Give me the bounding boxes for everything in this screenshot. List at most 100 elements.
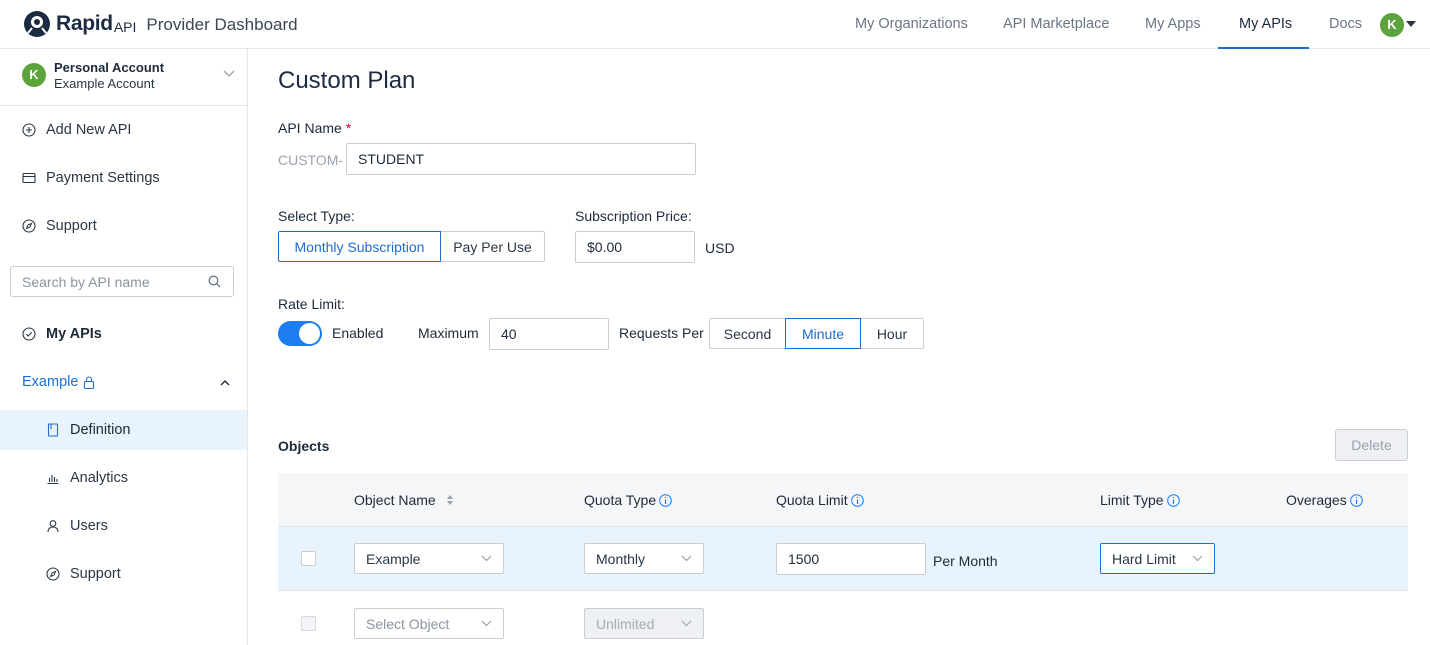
api-search-box — [10, 266, 234, 297]
brand-api: API — [113, 18, 137, 35]
period-hour[interactable]: Hour — [860, 318, 924, 349]
rate-period-selector: Second Minute Hour — [709, 318, 924, 349]
rate-limit-toggle[interactable] — [278, 321, 322, 346]
compass-icon — [46, 567, 60, 581]
select-value: Hard Limit — [1112, 550, 1176, 567]
api-name-label: API Name * — [278, 120, 351, 136]
header-label: Quota Type — [584, 492, 657, 508]
sidebar-item-analytics[interactable]: Analytics — [46, 470, 128, 486]
limit-type-select[interactable]: Hard Limit — [1100, 543, 1215, 574]
user-avatar[interactable]: K — [1380, 13, 1404, 37]
sidebar-support[interactable]: Support — [22, 218, 97, 234]
currency-label: USD — [705, 240, 735, 256]
nav-my-apis[interactable]: My APIs — [1239, 16, 1292, 32]
chevron-down-icon — [481, 555, 492, 562]
sidebar-item-label: Users — [70, 518, 108, 534]
api-name-label: Example — [22, 374, 79, 390]
chevron-down-icon — [681, 555, 692, 562]
chevron-up-icon[interactable] — [220, 379, 230, 386]
sidebar: K Personal Account Example Account Add N… — [0, 49, 248, 645]
table-header: Object Name Quota Type Quota Limit Limit… — [278, 473, 1408, 527]
header-label: Quota Limit — [776, 492, 848, 508]
user-icon — [47, 520, 59, 533]
nav-my-apps[interactable]: My Apps — [1145, 16, 1201, 32]
api-search-input[interactable] — [11, 267, 191, 296]
object-select[interactable]: Example — [354, 543, 504, 574]
enabled-label: Enabled — [332, 325, 384, 341]
quota-limit-input[interactable] — [776, 543, 926, 575]
search-icon[interactable] — [208, 275, 221, 288]
maximum-label: Maximum — [418, 325, 479, 341]
chevron-down-icon — [223, 70, 235, 77]
sidebar-item-label: Support — [70, 566, 121, 582]
plus-circle-icon — [22, 123, 36, 137]
quota-type-select[interactable]: Monthly — [584, 543, 704, 574]
sidebar-add-new-api[interactable]: Add New API — [22, 122, 131, 138]
row-checkbox[interactable] — [301, 551, 316, 566]
table-row: Example Monthly Per Month Hard Limit — [278, 527, 1408, 591]
lock-icon — [84, 375, 95, 389]
quota-type-select: Unlimited — [584, 608, 704, 639]
row-checkbox[interactable] — [301, 616, 316, 631]
subscription-price-input[interactable] — [575, 231, 695, 263]
nav-docs[interactable]: Docs — [1329, 16, 1362, 32]
api-name-input[interactable] — [346, 143, 696, 175]
object-select[interactable]: Select Object — [354, 608, 504, 639]
period-second[interactable]: Second — [709, 318, 786, 349]
main-content: Custom Plan API Name * CUSTOM- Select Ty… — [248, 49, 1430, 645]
document-icon — [47, 423, 59, 437]
objects-heading: Objects — [278, 438, 330, 454]
api-name-prefix: CUSTOM- — [278, 152, 344, 168]
requests-per-label: Requests Per — [619, 325, 704, 341]
account-switcher[interactable]: K Personal Account Example Account — [0, 49, 247, 106]
sort-icon[interactable] — [446, 494, 454, 506]
select-placeholder: Select Object — [366, 615, 450, 632]
brand-subtitle: Provider Dashboard — [146, 15, 298, 34]
header-object-name[interactable]: Object Name — [354, 492, 454, 508]
plan-type-selector: Monthly Subscription Pay Per Use — [278, 231, 545, 262]
select-value: Monthly — [596, 550, 646, 567]
api-name-label-text: API Name — [278, 120, 342, 136]
header-label: Limit Type — [1100, 492, 1164, 508]
info-icon[interactable] — [1166, 493, 1180, 507]
sidebar-item-label: Support — [46, 218, 97, 234]
sidebar-item-support[interactable]: Support — [46, 566, 121, 582]
sidebar-my-apis[interactable]: My APIs — [22, 326, 102, 342]
info-icon[interactable] — [659, 493, 672, 507]
info-icon[interactable] — [1349, 493, 1363, 507]
delete-button[interactable]: Delete — [1335, 429, 1408, 461]
toggle-knob — [299, 323, 320, 344]
header-limit-type: Limit Type — [1100, 492, 1180, 508]
sidebar-item-definition[interactable]: Definition — [46, 422, 130, 438]
period-minute[interactable]: Minute — [785, 318, 861, 349]
chevron-down-icon — [481, 620, 492, 627]
type-monthly-subscription[interactable]: Monthly Subscription — [278, 231, 441, 262]
brand-name: Rapid — [56, 12, 113, 35]
user-menu-caret-icon[interactable] — [1406, 21, 1416, 27]
nav-api-marketplace[interactable]: API Marketplace — [1003, 16, 1109, 32]
select-value: Unlimited — [596, 615, 655, 632]
account-org: Example Account — [54, 76, 155, 91]
account-avatar: K — [22, 63, 46, 87]
check-circle-icon — [22, 327, 36, 341]
header-quota-limit: Quota Limit — [776, 492, 864, 508]
info-icon[interactable] — [850, 493, 864, 507]
header-overages: Overages — [1286, 492, 1363, 508]
rate-limit-label: Rate Limit: — [278, 296, 345, 312]
page-title: Custom Plan — [278, 67, 416, 94]
brand-logo[interactable]: Rapid API Provider Dashboard — [22, 9, 298, 39]
sidebar-api-example[interactable]: Example — [22, 374, 95, 390]
account-name: Personal Account — [54, 60, 165, 75]
sidebar-payment-settings[interactable]: Payment Settings — [22, 170, 160, 186]
type-pay-per-use[interactable]: Pay Per Use — [440, 231, 545, 262]
chevron-down-icon — [1192, 555, 1203, 562]
header-quota-type: Quota Type — [584, 492, 672, 508]
header-label: Object Name — [354, 492, 436, 508]
nav-my-organizations[interactable]: My Organizations — [855, 16, 968, 32]
table-row: Select Object Unlimited — [278, 592, 1408, 645]
maximum-requests-input[interactable] — [489, 318, 609, 350]
sidebar-item-users[interactable]: Users — [46, 518, 108, 534]
select-type-label: Select Type: — [278, 208, 355, 224]
compass-icon — [22, 219, 36, 233]
bar-chart-icon — [47, 475, 59, 485]
